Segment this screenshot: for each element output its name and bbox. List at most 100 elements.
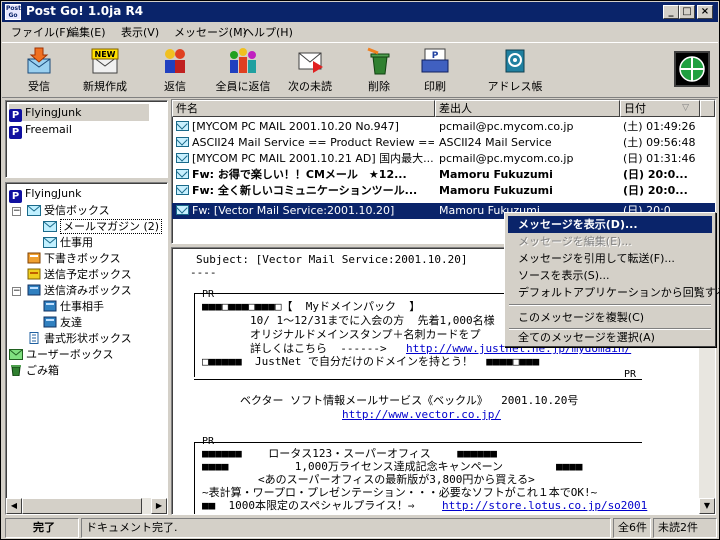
- folder-work[interactable]: 仕事用: [43, 235, 93, 251]
- folder-mail-icon: [43, 237, 57, 248]
- folder-label: 仕事用: [60, 236, 93, 249]
- ctx-quote-forward[interactable]: メッセージを引用して転送(F)...: [508, 250, 712, 267]
- ad-line: ■■■□■■■□■■■□【 Myドメインパック 】: [202, 300, 421, 313]
- collapse-toggle[interactable]: −: [12, 287, 21, 296]
- scroll-left-button[interactable]: ◀: [6, 498, 22, 514]
- account-item[interactable]: P FlyingJunk: [9, 104, 149, 122]
- envelope-icon: [176, 205, 189, 215]
- message-from: pcmail@pc.mycom.co.jp: [439, 120, 574, 133]
- folder-label: 送信済みボックス: [44, 284, 132, 297]
- folder-outbox[interactable]: 送信予定ボックス: [27, 267, 132, 283]
- folder-templates[interactable]: 書式形状ボックス: [27, 331, 132, 347]
- message-subject: Fw: [Vector Mail Service:2001.10.20]: [192, 204, 395, 217]
- message-row-unread[interactable]: Fw: 全く新しいコミュニケーションツール... Mamoru Fukuzumi…: [172, 183, 715, 199]
- column-header-date[interactable]: 日付 ▽: [620, 100, 700, 117]
- folder-magazine[interactable]: メールマガジン (2): [43, 219, 163, 235]
- folder-label: 下書きボックス: [44, 252, 121, 265]
- menu-file[interactable]: ファイル(F): [11, 24, 70, 40]
- preview-subject: Subject: [Vector Mail Service:2001.10.20…: [196, 253, 468, 266]
- ctx-view-message[interactable]: メッセージを表示(D)...: [508, 216, 712, 233]
- message-date: (日) 20:0...: [623, 168, 688, 181]
- reply-all-button[interactable]: 全員に返信: [211, 47, 275, 97]
- delete-button[interactable]: 削除: [347, 47, 411, 97]
- folder-label: ごみ箱: [26, 364, 59, 377]
- ctx-select-all[interactable]: 全てのメッセージを選択(A): [508, 329, 712, 346]
- vector-link[interactable]: http://www.vector.co.jp/: [342, 408, 501, 421]
- folder-drafts[interactable]: 下書きボックス: [27, 251, 121, 267]
- address-book-icon: [505, 49, 525, 73]
- folder-trash[interactable]: ごみ箱: [9, 363, 59, 379]
- folder-sent-work[interactable]: 仕事相手: [43, 299, 104, 315]
- print-icon-text: P: [432, 51, 439, 61]
- envelope-icon: [176, 169, 189, 179]
- title-bar[interactable]: Post Go Post Go! 1.0ja R4 _ □ ×: [2, 2, 718, 22]
- folder-mail-icon: [43, 221, 57, 232]
- ad-line: □■■■■■ JustNet で自分だけのドメインを持とう！ ■■■■□■■■: [202, 355, 540, 368]
- outbox-icon: [27, 268, 41, 280]
- menu-view[interactable]: 表示(V): [121, 24, 159, 40]
- app-icon[interactable]: Post Go: [5, 4, 21, 20]
- scroll-thumb[interactable]: [22, 498, 142, 514]
- folder-inbox[interactable]: 受信ボックス: [27, 203, 110, 219]
- reply-label: 返信: [164, 80, 186, 93]
- account-item[interactable]: P Freemail: [9, 121, 149, 139]
- column-header-subject[interactable]: 件名: [172, 100, 435, 117]
- ctx-separator: [509, 304, 711, 306]
- status-main: 完了: [5, 518, 79, 538]
- preview-separator: ----: [190, 266, 217, 279]
- message-row[interactable]: [MYCOM PC MAIL 2001.10.21 AD] 国内最大... pc…: [172, 151, 715, 167]
- scroll-right-button[interactable]: ▶: [151, 498, 167, 514]
- menu-message[interactable]: メッセージ(M): [174, 24, 247, 40]
- toolbar: 受信 NEW 新規作成 返信 全員に返信 次の未読 削除 P 印刷 アドレス帳: [2, 42, 718, 98]
- column-header-from[interactable]: 差出人: [435, 100, 620, 117]
- sort-desc-icon: ▽: [682, 103, 689, 113]
- collapse-toggle[interactable]: −: [12, 207, 21, 216]
- message-row-unread[interactable]: Fw: お得で楽しい！！CMメール ★12... Mamoru Fukuzumi…: [172, 167, 715, 183]
- ad-line: 10/ 1～12/31までに入会の方 先着1,000名様: [250, 314, 495, 327]
- tree-hscrollbar[interactable]: ◀ ▶: [6, 498, 167, 514]
- ctx-duplicate[interactable]: このメッセージを複製(C): [508, 309, 712, 326]
- ad-link[interactable]: http://store.lotus.co.jp/so2001: [442, 499, 647, 512]
- scroll-down-button[interactable]: ▼: [699, 498, 715, 514]
- message-row[interactable]: [MYCOM PC MAIL 2001.10.20 No.947] pcmail…: [172, 119, 715, 135]
- envelope-icon: [176, 153, 189, 163]
- address-book-button[interactable]: アドレス帳: [483, 47, 547, 97]
- message-row[interactable]: ASCII24 Mail Service == Product Review =…: [172, 135, 715, 151]
- maximize-button[interactable]: □: [679, 5, 695, 19]
- print-button[interactable]: P 印刷: [403, 47, 467, 97]
- envelope-icon: [176, 137, 189, 147]
- account-icon: P: [9, 126, 22, 139]
- reply-all-icon: [230, 48, 256, 73]
- reply-button[interactable]: 返信: [143, 47, 207, 97]
- delete-icon: [367, 47, 390, 75]
- account-pane: P FlyingJunk P Freemail: [5, 100, 168, 178]
- sent-icon: [27, 284, 41, 296]
- account-icon: P: [9, 190, 22, 203]
- menu-edit[interactable]: 編集(E): [68, 24, 106, 40]
- ad-line: ~表計算・ワープロ・プレゼンテーション・・・必要なソフトがこれ１本でOK!~: [202, 486, 598, 499]
- ctx-circulate[interactable]: デフォルトアプリケーションから回覧する(O)...: [508, 284, 720, 301]
- message-from: Mamoru Fukuzumi: [439, 184, 553, 197]
- status-unread: 未読2件: [653, 518, 717, 538]
- message-subject: [MYCOM PC MAIL 2001.10.21 AD] 国内最大...: [192, 152, 434, 165]
- column-label: 差出人: [439, 102, 472, 115]
- minimize-button[interactable]: _: [663, 5, 679, 19]
- status-total: 全6件: [613, 518, 651, 538]
- new-mail-button[interactable]: NEW 新規作成: [73, 47, 137, 97]
- new-badge-text: NEW: [95, 50, 116, 59]
- folder-sent-friends[interactable]: 友達: [43, 315, 82, 331]
- folder-label: 書式形状ボックス: [44, 332, 132, 345]
- ctx-view-source[interactable]: ソースを表示(S)...: [508, 267, 712, 284]
- column-header-extra[interactable]: [700, 100, 715, 117]
- message-from: ASCII24 Mail Service: [439, 136, 552, 149]
- menu-help[interactable]: ヘルプ(H): [243, 24, 293, 40]
- close-button[interactable]: ×: [697, 5, 713, 19]
- folder-sent[interactable]: 送信済みボックス: [27, 283, 132, 299]
- template-icon: [29, 332, 39, 344]
- receive-button[interactable]: 受信: [7, 47, 71, 97]
- reply-icon: [165, 49, 185, 73]
- tree-root[interactable]: P FlyingJunk: [9, 186, 81, 203]
- next-unread-button[interactable]: 次の未読: [278, 47, 342, 97]
- folder-user-box[interactable]: ユーザーボックス: [9, 347, 113, 363]
- context-menu: メッセージを表示(D)... メッセージを編集(E)... メッセージを引用して…: [504, 212, 720, 347]
